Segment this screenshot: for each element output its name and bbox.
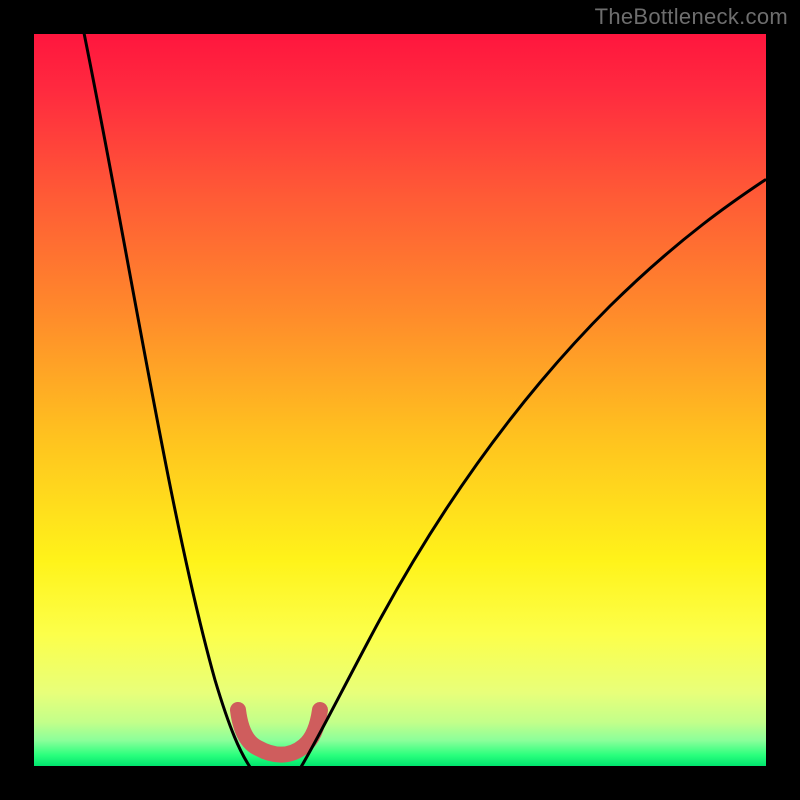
chart-stage: TheBottleneck.com — [0, 0, 800, 800]
watermark-text: TheBottleneck.com — [595, 4, 788, 30]
bottleneck-chart — [0, 0, 800, 800]
gradient-panel — [34, 34, 766, 766]
